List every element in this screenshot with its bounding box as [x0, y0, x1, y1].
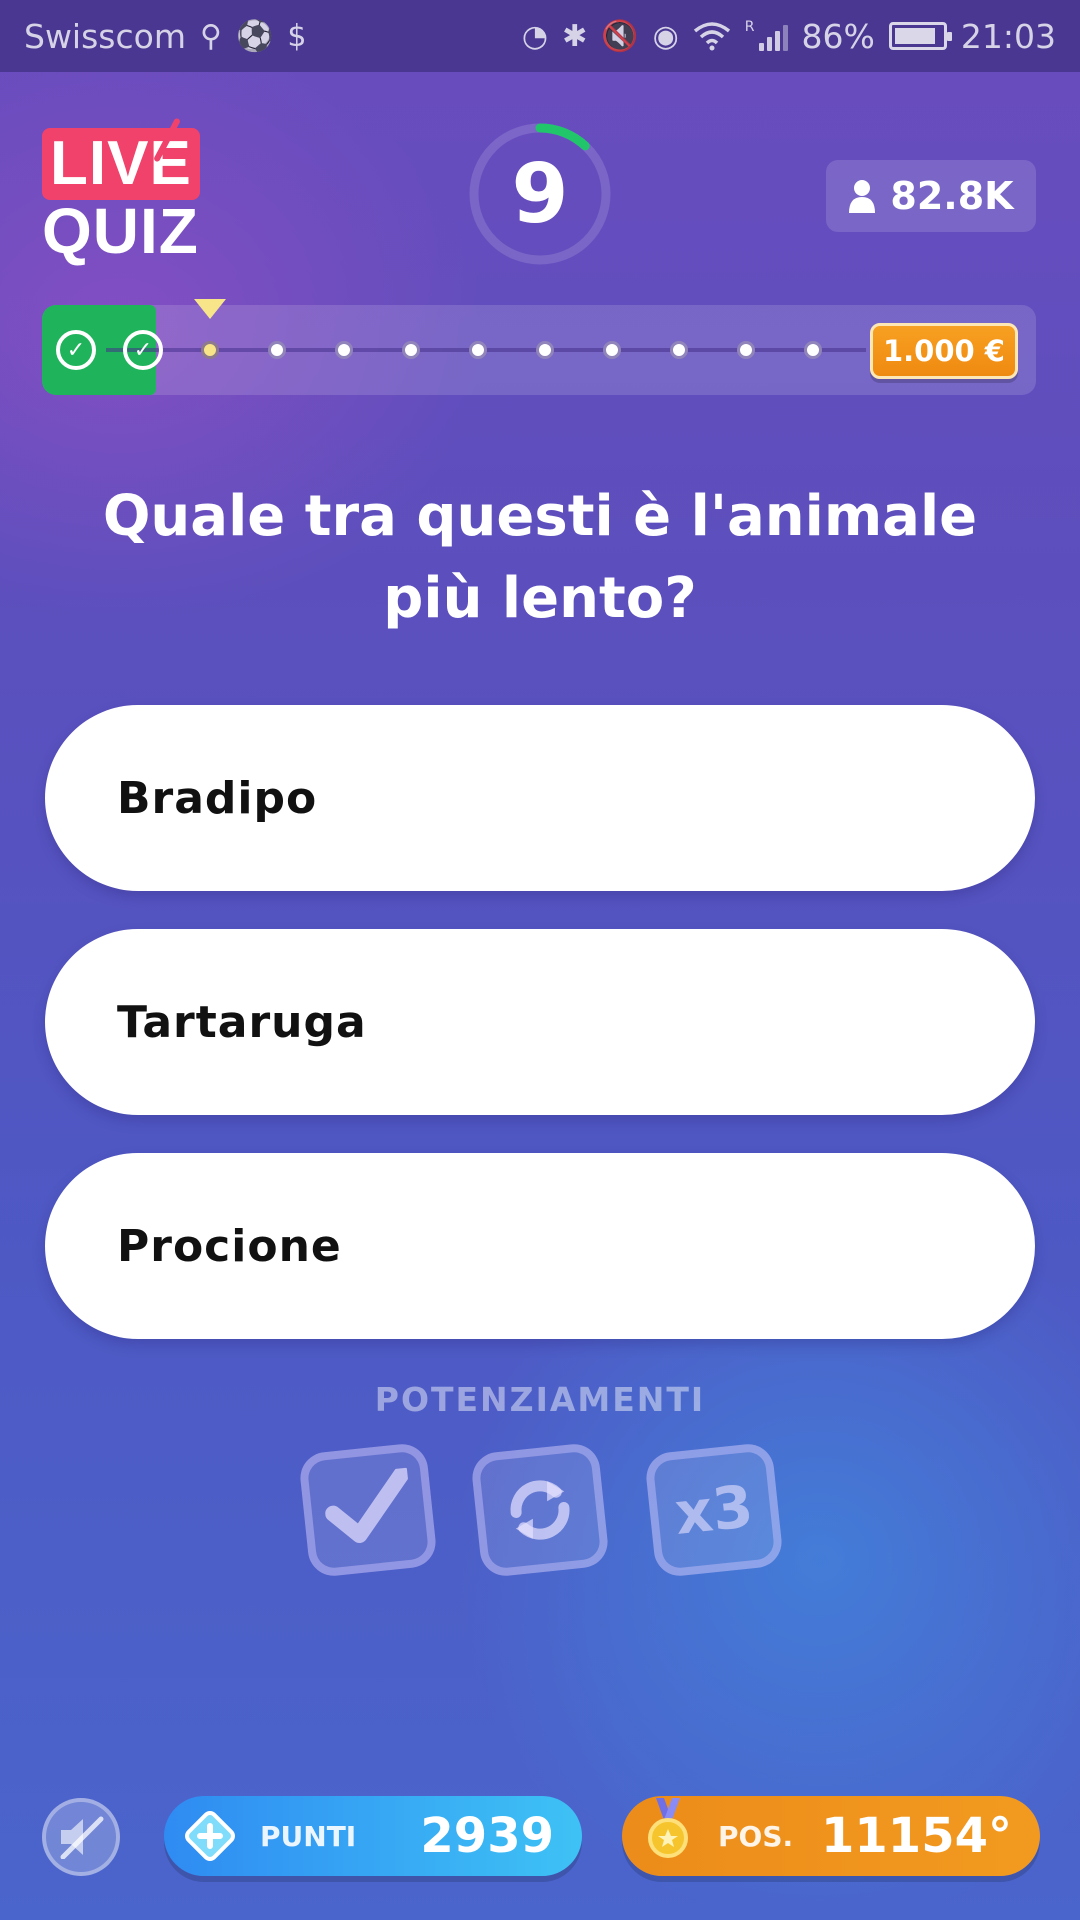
powerup-triple-points[interactable]: x3 [643, 1441, 785, 1579]
step-pending [536, 341, 554, 359]
step-pending [268, 341, 286, 359]
usb-icon: ⚲ [199, 18, 222, 54]
roaming-indicator: R [744, 18, 755, 35]
medal-icon [648, 1798, 688, 1858]
step-pending [335, 341, 353, 359]
position-value: 11154° [821, 1808, 1012, 1864]
data-saver-icon: ◔ [521, 18, 549, 54]
person-icon [849, 180, 876, 213]
answer-option-2[interactable]: Tartaruga [45, 929, 1035, 1115]
clock: 21:03 [960, 16, 1056, 56]
question-text: Quale tra questi è l'animale più lento? [102, 484, 978, 631]
viewer-count: 82.8K [890, 174, 1014, 218]
refresh-icon [510, 1480, 570, 1540]
prize-badge: 1.000 € [870, 323, 1018, 379]
position-badge: POS. 11154° [622, 1796, 1040, 1876]
status-bar: Swisscom ⚲ ⚽ $ ◔ ✱ 🔇 ◉ R 86% 21:03 [0, 0, 1080, 72]
eye-icon: ◉ [652, 18, 679, 54]
step-pending [603, 341, 621, 359]
answer-option-3[interactable]: Procione [45, 1153, 1035, 1339]
wifi-icon [693, 22, 730, 51]
powerups-title: POTENZIAMENTI [374, 1380, 706, 1419]
step-completed-check-icon: ✓ [56, 330, 96, 370]
step-pending [804, 341, 822, 359]
answer-option-1[interactable]: Bradipo [45, 705, 1035, 891]
step-pending [469, 341, 487, 359]
signal-icon [758, 21, 788, 51]
step-pending [402, 341, 420, 359]
soccer-ball-icon: ⚽ [235, 18, 274, 54]
current-step-marker-icon [194, 299, 226, 319]
step-pending [670, 341, 688, 359]
battery-icon [888, 22, 952, 50]
check-icon [325, 1467, 410, 1544]
live-quiz-logo: LIVE QUIZ [42, 117, 212, 267]
times-three-icon: x3 [671, 1472, 757, 1548]
step-pending [737, 341, 755, 359]
question-progress: ✓ ✓ 1.000 € [42, 299, 1036, 395]
step-completed-check-icon: ✓ [123, 330, 163, 370]
powerup-correct-answer[interactable] [297, 1441, 439, 1579]
status-bar-left: Swisscom ⚲ ⚽ $ [24, 17, 306, 56]
carrier-name: Swisscom [24, 16, 186, 56]
bluetooth-icon: ✱ [562, 18, 588, 54]
step-current [201, 341, 219, 359]
logo-live-text: LIVE [42, 117, 200, 200]
points-badge: PUNTI 2939 [164, 1796, 582, 1876]
powerup-change-question[interactable] [469, 1441, 611, 1579]
points-value: 2939 [420, 1808, 554, 1864]
timer-value: 9 [511, 146, 569, 242]
points-label: PUNTI [260, 1819, 357, 1853]
mute-toggle-button[interactable] [42, 1798, 120, 1876]
battery-percent: 86% [801, 16, 875, 56]
countdown-timer: 9 [466, 120, 614, 268]
plus-diamond-icon [185, 1811, 235, 1861]
mute-icon: 🔇 [601, 18, 639, 54]
speaker-muted-icon [60, 1816, 104, 1859]
dollar-circle-icon: $ [287, 18, 307, 54]
viewer-count-badge: 82.8K [826, 160, 1036, 232]
logo-quiz-text: QUIZ [42, 195, 199, 267]
position-label: POS. [718, 1819, 794, 1853]
status-bar-right: ◔ ✱ 🔇 ◉ R 86% 21:03 [522, 17, 1056, 56]
